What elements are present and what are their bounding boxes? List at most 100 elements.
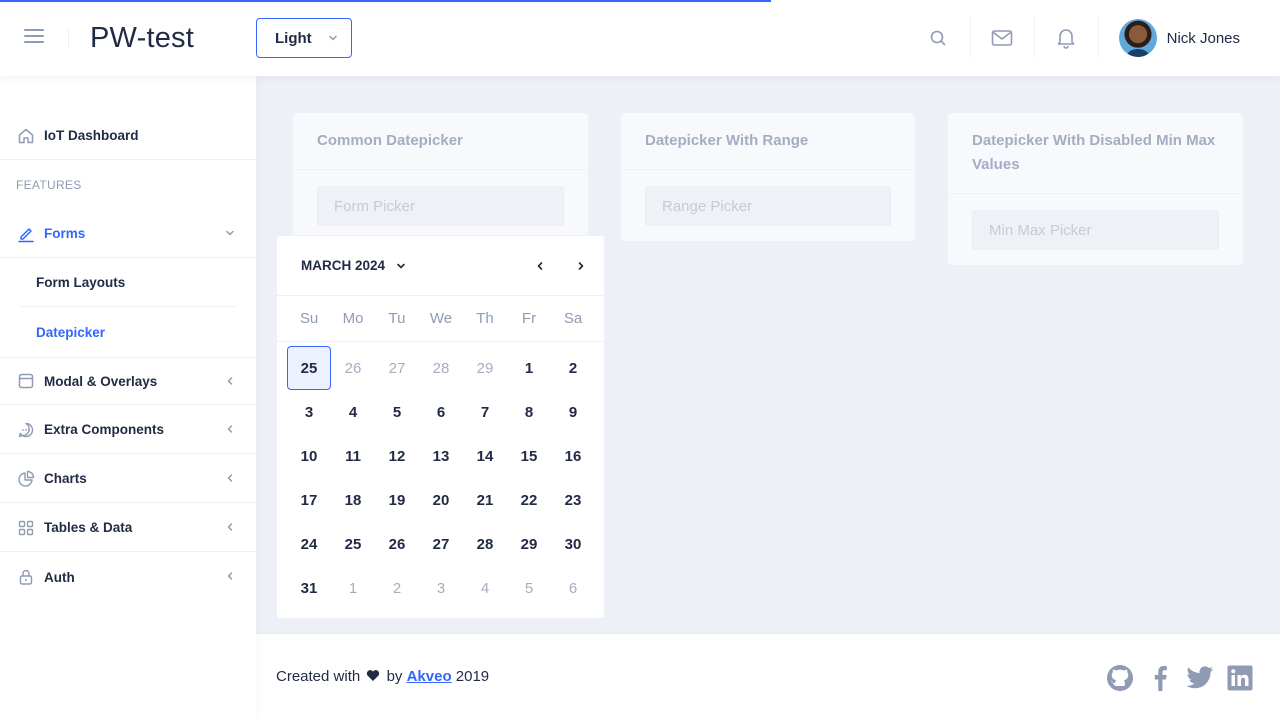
calendar-day[interactable]: 22 bbox=[507, 478, 551, 522]
common-datepicker-card: Common Datepicker Form Picker bbox=[293, 113, 588, 241]
calendar-day[interactable]: 23 bbox=[551, 478, 595, 522]
sidebar-item-tables-data[interactable]: Tables & Data bbox=[0, 504, 256, 552]
range-datepicker-card: Datepicker With Range Range Picker bbox=[621, 113, 915, 241]
calendar-week-row: 17 18 19 20 21 22 23 bbox=[287, 478, 604, 522]
calendar-day[interactable]: 1 bbox=[507, 346, 551, 390]
calendar-day[interactable]: 6 bbox=[419, 390, 463, 434]
sidebar-subitem-form-layouts[interactable]: Form Layouts bbox=[20, 259, 236, 307]
edit-icon bbox=[16, 224, 36, 244]
calendar-day[interactable]: 4 bbox=[331, 390, 375, 434]
search-button[interactable] bbox=[906, 18, 970, 58]
calendar-day[interactable]: 26 bbox=[331, 346, 375, 390]
social-links bbox=[1106, 664, 1254, 692]
min-max-picker-input[interactable]: Min Max Picker bbox=[972, 210, 1219, 250]
calendar-day[interactable]: 25 bbox=[331, 522, 375, 566]
chevron-left-icon bbox=[227, 425, 233, 433]
form-picker-input[interactable]: Form Picker bbox=[317, 186, 564, 226]
weekday-label: Su bbox=[299, 310, 319, 327]
theme-select-value: Light bbox=[275, 29, 312, 47]
card-title: Common Datepicker bbox=[293, 113, 588, 170]
calendar-day[interactable]: 28 bbox=[463, 522, 507, 566]
calendar-day[interactable]: 24 bbox=[287, 522, 331, 566]
chevron-left-icon bbox=[227, 523, 233, 531]
calendar-day[interactable]: 15 bbox=[507, 434, 551, 478]
calendar-day[interactable]: 26 bbox=[375, 522, 419, 566]
chevron-down-icon bbox=[397, 263, 405, 268]
calendar-day[interactable]: 11 bbox=[331, 434, 375, 478]
message-circle-icon bbox=[16, 420, 36, 440]
calendar-day[interactable]: 6 bbox=[551, 566, 595, 610]
facebook-link[interactable] bbox=[1146, 664, 1174, 692]
sidebar-item-modal-overlays[interactable]: Modal & Overlays bbox=[0, 357, 256, 405]
home-icon bbox=[16, 126, 36, 146]
app-logo[interactable]: PW-test bbox=[90, 22, 194, 55]
calendar-day[interactable]: 3 bbox=[419, 566, 463, 610]
twitter-icon bbox=[1186, 666, 1214, 689]
calendar-title: MARCH 2024 bbox=[301, 258, 386, 273]
notifications-button[interactable] bbox=[1033, 18, 1098, 58]
user-menu[interactable]: Nick Jones bbox=[1097, 18, 1280, 58]
calendar-day[interactable]: 2 bbox=[375, 566, 419, 610]
previous-month-button[interactable] bbox=[528, 254, 552, 278]
akveo-link[interactable]: Akveo bbox=[407, 668, 452, 685]
calendar-day[interactable]: 27 bbox=[375, 346, 419, 390]
menu-icon[interactable] bbox=[24, 29, 44, 45]
calendar-day[interactable]: 7 bbox=[463, 390, 507, 434]
theme-select[interactable]: Light bbox=[256, 18, 352, 58]
calendar-day[interactable]: 10 bbox=[287, 434, 331, 478]
sidebar-item-charts[interactable]: Charts bbox=[0, 455, 256, 503]
calendar-day[interactable]: 29 bbox=[507, 522, 551, 566]
calendar-day[interactable]: 3 bbox=[287, 390, 331, 434]
min-max-datepicker-card: Datepicker With Disabled Min Max Values … bbox=[948, 113, 1243, 265]
calendar-day[interactable]: 4 bbox=[463, 566, 507, 610]
calendar-day[interactable]: 29 bbox=[463, 346, 507, 390]
sidebar-subitem-datepicker[interactable]: Datepicker bbox=[20, 308, 236, 356]
calendar-day[interactable]: 14 bbox=[463, 434, 507, 478]
weekday-label: We bbox=[429, 310, 453, 327]
calendar-day[interactable]: 17 bbox=[287, 478, 331, 522]
chevron-left-icon bbox=[227, 572, 233, 580]
calendar-day[interactable]: 2 bbox=[551, 346, 595, 390]
calendar-week-row: 10 11 12 13 14 15 16 bbox=[287, 434, 604, 478]
linkedin-link[interactable] bbox=[1226, 664, 1254, 692]
facebook-icon bbox=[1154, 666, 1167, 691]
twitter-link[interactable] bbox=[1186, 664, 1214, 692]
calendar-day[interactable]: 21 bbox=[463, 478, 507, 522]
calendar-day[interactable]: 27 bbox=[419, 522, 463, 566]
calendar-day[interactable]: 1 bbox=[331, 566, 375, 610]
weekday-label: Fr bbox=[521, 310, 537, 327]
weekday-label: Sa bbox=[563, 310, 583, 327]
sidebar-item-iot-dashboard[interactable]: IoT Dashboard bbox=[0, 112, 256, 160]
sidebar-item-extra-components[interactable]: Extra Components bbox=[0, 406, 256, 454]
calendar-day[interactable]: 12 bbox=[375, 434, 419, 478]
sidebar-item-forms[interactable]: Forms bbox=[0, 210, 256, 258]
calendar-day[interactable]: 19 bbox=[375, 478, 419, 522]
sidebar-item-auth[interactable]: Auth bbox=[0, 553, 256, 601]
weekday-label: Th bbox=[476, 310, 494, 327]
footer-by: by bbox=[386, 668, 403, 685]
sidebar-item-label: Forms bbox=[44, 226, 86, 241]
calendar-day[interactable]: 5 bbox=[375, 390, 419, 434]
calendar-week-row: 31 1 2 3 4 5 6 bbox=[287, 566, 604, 610]
calendar-day[interactable]: 9 bbox=[551, 390, 595, 434]
footer-year: 2019 bbox=[455, 668, 490, 685]
calendar-day[interactable]: 16 bbox=[551, 434, 595, 478]
weekday-label: Mo bbox=[342, 310, 364, 327]
next-month-button[interactable] bbox=[569, 254, 593, 278]
calendar-day[interactable]: 31 bbox=[287, 566, 331, 610]
calendar-day[interactable]: 30 bbox=[551, 522, 595, 566]
calendar-day[interactable]: 18 bbox=[331, 478, 375, 522]
calendar-view-mode-button[interactable]: MARCH 2024 bbox=[301, 258, 407, 273]
messages-button[interactable] bbox=[969, 18, 1034, 58]
calendar-day[interactable]: 8 bbox=[507, 390, 551, 434]
calendar-day[interactable]: 28 bbox=[419, 346, 463, 390]
range-picker-input[interactable]: Range Picker bbox=[645, 186, 891, 226]
calendar-day[interactable]: 13 bbox=[419, 434, 463, 478]
calendar-day[interactable]: 5 bbox=[507, 566, 551, 610]
calendar-week-row: 3456789 bbox=[287, 390, 604, 434]
github-link[interactable] bbox=[1106, 664, 1134, 692]
calendar-day-selected[interactable]: 25 bbox=[287, 346, 331, 390]
calendar-day[interactable]: 20 bbox=[419, 478, 463, 522]
github-icon bbox=[1107, 665, 1133, 691]
search-icon bbox=[930, 30, 945, 46]
